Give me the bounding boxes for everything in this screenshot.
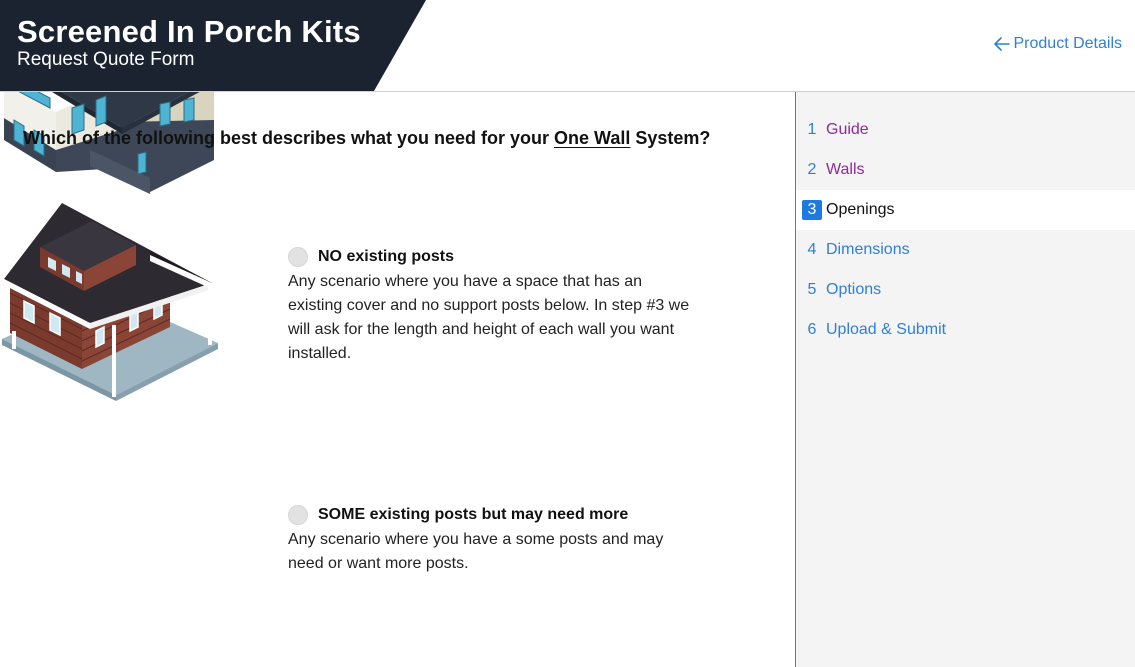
- page-header: Screened In Porch Kits Request Quote For…: [0, 0, 1135, 92]
- question-prefix: Which of the following best describes wh…: [23, 128, 555, 148]
- page-subtitle: Request Quote Form: [17, 49, 195, 70]
- arrow-left-icon: [993, 37, 1010, 51]
- question-heading: Which of the following best describes wh…: [23, 128, 710, 149]
- option-1-title: NO existing posts: [318, 248, 455, 265]
- product-details-link[interactable]: Product Details: [993, 35, 1123, 53]
- steps-sidebar: 1 Guide 2 Walls 3 Openings 4 Dimensions …: [795, 92, 1135, 667]
- step-number: 6: [807, 321, 817, 338]
- step-number: 2: [807, 161, 817, 178]
- step-label: Upload & Submit: [826, 321, 947, 338]
- option-1-head[interactable]: NO existing posts: [288, 247, 454, 267]
- step-guide[interactable]: 1 Guide: [796, 110, 1135, 150]
- option-2-head[interactable]: SOME existing posts but may need more: [288, 505, 628, 525]
- step-label: Dimensions: [826, 241, 910, 258]
- step-number: 4: [807, 241, 817, 258]
- step-upload-submit[interactable]: 6 Upload & Submit: [796, 310, 1135, 350]
- page-title: Screened In Porch Kits: [17, 14, 361, 49]
- product-details-label: Product Details: [1013, 35, 1123, 52]
- step-number: 3: [802, 200, 822, 220]
- step-number: 5: [807, 281, 817, 298]
- step-dimensions[interactable]: 4 Dimensions: [796, 230, 1135, 270]
- step-walls[interactable]: 2 Walls: [796, 150, 1135, 190]
- option-1-description: Any scenario where you have a space that…: [288, 273, 690, 362]
- option-2-title: SOME existing posts but may need more: [318, 506, 629, 523]
- option-2-description: Any scenario where you have a some posts…: [288, 531, 664, 572]
- step-label: Options: [826, 281, 882, 298]
- step-openings[interactable]: 3 Openings: [796, 190, 1135, 230]
- option-2-radio[interactable]: [288, 505, 308, 525]
- question-emphasis: One Wall: [554, 128, 631, 148]
- step-number: 1: [807, 121, 817, 138]
- step-label: Walls: [826, 161, 865, 178]
- house-some-posts-illustration: [2, 203, 218, 401]
- step-options[interactable]: 5 Options: [796, 270, 1135, 310]
- step-label: Openings: [826, 201, 895, 218]
- option-1-radio[interactable]: [288, 247, 308, 267]
- question-suffix: System?: [630, 128, 711, 148]
- step-label: Guide: [826, 121, 869, 138]
